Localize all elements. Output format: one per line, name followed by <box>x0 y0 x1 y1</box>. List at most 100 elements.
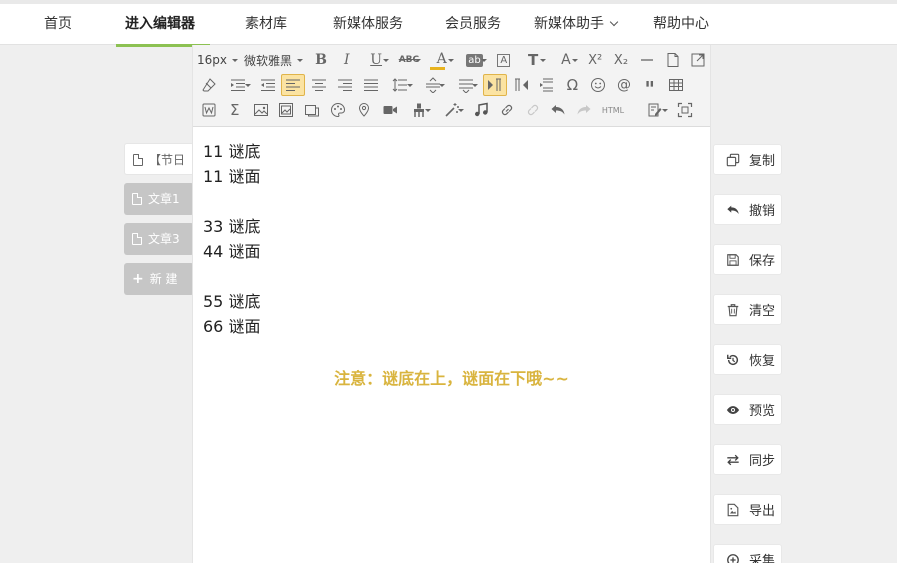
plus-icon: + <box>132 271 144 287</box>
nav-member-service[interactable]: 会员服务 <box>445 4 501 44</box>
magic-wand-button[interactable] <box>436 99 467 121</box>
font-size-select[interactable]: 16px <box>197 49 238 71</box>
copy-icon <box>725 152 741 168</box>
copy-button[interactable]: 复制 <box>713 144 782 175</box>
indent-button[interactable] <box>223 74 254 96</box>
export-label: 导出 <box>749 504 776 519</box>
mention-button[interactable]: @ <box>612 74 636 96</box>
align-center-button[interactable] <box>307 74 331 96</box>
draft-button[interactable] <box>640 99 671 121</box>
unlink-button[interactable] <box>521 99 545 121</box>
preview-button[interactable]: 预览 <box>713 394 782 425</box>
nav-material-library[interactable]: 素材库 <box>245 4 287 44</box>
font-family-select[interactable]: 微软雅黑 <box>244 49 303 71</box>
align-justify-icon <box>363 79 378 91</box>
map-button[interactable] <box>352 99 376 121</box>
video-button[interactable] <box>378 99 402 121</box>
preview-label: 预览 <box>749 404 776 419</box>
formula-button[interactable]: Σ <box>223 99 247 121</box>
copy-label: 复制 <box>749 154 776 169</box>
table-icon <box>668 79 683 91</box>
preview-fit-button[interactable] <box>673 99 697 121</box>
paragraph-spacing-button[interactable] <box>417 74 448 96</box>
nav-home[interactable]: 首页 <box>44 4 72 44</box>
letter-spacing-button[interactable]: A <box>550 49 581 71</box>
content-line: 11 谜底 <box>203 142 261 161</box>
special-character-button[interactable]: Ω <box>560 74 584 96</box>
content-line: 44 谜面 <box>203 242 261 261</box>
align-center-icon <box>312 79 327 91</box>
background-color-button[interactable]: ab <box>459 49 490 71</box>
undo-side-button[interactable]: 撤销 <box>713 194 782 225</box>
editor-content[interactable]: 11 谜底 11 谜面 33 谜底 44 谜面 55 谜底 66 谜面 <box>203 139 260 339</box>
strikethrough-button[interactable]: ABC <box>393 49 424 71</box>
text-style-button[interactable]: T <box>518 49 549 71</box>
align-justify-button[interactable] <box>359 74 383 96</box>
fullscreen-icon <box>691 53 705 67</box>
trash-icon <box>725 302 741 318</box>
underline-icon: U <box>370 52 383 68</box>
insert-paragraph-button[interactable] <box>535 74 559 96</box>
outdent-button[interactable] <box>256 74 280 96</box>
line-height-button[interactable] <box>385 74 416 96</box>
table-button[interactable] <box>664 74 688 96</box>
bold-button[interactable]: B <box>309 49 333 71</box>
nav-new-media-assistant[interactable]: 新媒体助手 <box>534 4 619 44</box>
outdent-icon <box>260 79 275 91</box>
image-button[interactable] <box>249 99 273 121</box>
export-icon <box>725 502 741 518</box>
article-tab-1[interactable]: 文章1 <box>124 183 194 215</box>
align-right-button[interactable] <box>333 74 357 96</box>
music-button[interactable] <box>469 99 493 121</box>
background-button[interactable] <box>300 99 324 121</box>
list-spacing-button[interactable] <box>450 74 481 96</box>
text-border-button[interactable]: A <box>492 49 516 71</box>
save-button[interactable]: 保存 <box>713 244 782 275</box>
link-icon <box>501 104 512 116</box>
rtl-direction-button[interactable] <box>509 74 533 96</box>
clear-button[interactable]: 清空 <box>713 294 782 325</box>
article-tab-festival[interactable]: 【节日 <box>124 143 194 175</box>
magic-wand-icon <box>445 103 459 117</box>
emoji-icon <box>591 78 606 92</box>
superscript-icon: X² <box>588 52 603 68</box>
subscript-button[interactable]: X₂ <box>609 49 633 71</box>
collect-button[interactable]: 采集 <box>713 544 782 563</box>
article-tab-label: 文章3 <box>148 232 180 246</box>
redo-button[interactable] <box>572 99 596 121</box>
quote-icon: " <box>644 77 655 101</box>
format-brush-button[interactable] <box>403 99 434 121</box>
fullscreen-button[interactable] <box>686 49 710 71</box>
collect-label: 采集 <box>749 554 776 563</box>
multi-image-button[interactable] <box>274 99 298 121</box>
undo-icon <box>725 202 741 218</box>
article-tab-3[interactable]: 文章3 <box>124 223 194 255</box>
indent-icon <box>231 79 246 91</box>
blockquote-button[interactable]: " <box>638 74 662 101</box>
nav-help-center[interactable]: 帮助中心 <box>653 4 709 44</box>
underline-button[interactable]: U <box>361 49 392 71</box>
nav-editor[interactable]: 进入编辑器 <box>125 4 195 44</box>
eraser-button[interactable] <box>197 74 221 96</box>
new-page-button[interactable] <box>661 49 685 71</box>
ltr-direction-button[interactable] <box>482 74 507 96</box>
undo-button[interactable] <box>546 99 570 121</box>
clear-label: 清空 <box>749 304 776 319</box>
emoji-button[interactable] <box>586 74 610 96</box>
export-button[interactable]: 导出 <box>713 494 782 525</box>
sync-button[interactable]: 同步 <box>713 444 782 475</box>
superscript-button[interactable]: X² <box>583 49 607 71</box>
word-import-button[interactable] <box>197 99 221 121</box>
restore-button[interactable]: 恢复 <box>713 344 782 375</box>
text-border-icon: A <box>497 53 511 67</box>
new-article-button[interactable]: + 新 建 <box>124 263 194 295</box>
font-color-button[interactable]: A <box>426 49 457 71</box>
align-left-button[interactable] <box>281 74 306 96</box>
template-button[interactable] <box>326 99 350 121</box>
html-source-button[interactable]: HTML <box>598 99 628 121</box>
italic-button[interactable]: I <box>335 49 359 71</box>
horizontal-rule-button[interactable] <box>635 49 659 71</box>
music-icon <box>474 102 488 117</box>
nav-new-media-service[interactable]: 新媒体服务 <box>333 4 403 44</box>
link-button[interactable] <box>495 99 519 121</box>
